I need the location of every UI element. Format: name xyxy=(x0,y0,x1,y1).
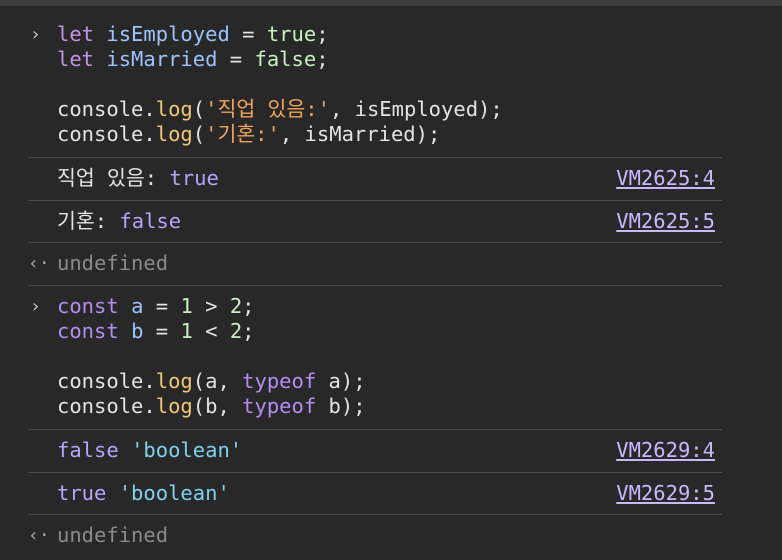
source-link[interactable]: VM2625:5 xyxy=(616,209,715,234)
log-token: false xyxy=(57,438,119,462)
code-token: 1 xyxy=(180,294,193,318)
source-link[interactable]: VM2625:4 xyxy=(616,166,715,191)
code-token: let xyxy=(57,22,95,46)
code-token: '직업 있음:' xyxy=(205,97,330,121)
code-token: , isEmployed); xyxy=(329,97,503,121)
source-link[interactable]: VM2629:4 xyxy=(616,438,715,463)
row-divider xyxy=(28,514,722,515)
code-token: , isMarried); xyxy=(279,122,441,146)
code-token: 2 xyxy=(229,319,243,343)
code-token: b xyxy=(131,319,144,343)
code-token: false xyxy=(254,47,317,71)
result-value: undefined xyxy=(57,523,169,547)
input-code-line[interactable]: console.log(b, typeof b); xyxy=(57,394,366,419)
code-token: console xyxy=(57,97,144,121)
row-divider xyxy=(28,471,722,473)
log-message: false 'boolean' xyxy=(57,438,242,463)
code-token: log xyxy=(155,97,193,121)
input-code-line[interactable]: console.log('기혼:', isMarried); xyxy=(57,122,440,147)
input-code-line[interactable]: let isEmployed = true; xyxy=(57,22,329,47)
input-code-line[interactable]: let isMarried = false; xyxy=(57,47,329,72)
code-token: 2 xyxy=(229,294,243,318)
input-prompt-icon: › xyxy=(30,296,41,317)
code-token: . xyxy=(143,122,156,146)
result-arrow-icon: ‹· xyxy=(28,525,50,546)
top-border xyxy=(0,0,782,6)
code-token: < xyxy=(192,319,230,343)
code-token: . xyxy=(143,97,156,121)
input-code-line[interactable]: console.log('직업 있음:', isEmployed); xyxy=(57,97,503,122)
source-link[interactable]: VM2629:5 xyxy=(616,481,715,506)
log-token xyxy=(106,481,118,505)
code-token: = xyxy=(143,294,181,318)
code-token: log xyxy=(155,369,193,393)
input-code-line[interactable] xyxy=(57,72,69,97)
row-divider xyxy=(28,242,722,243)
code-token: (b, xyxy=(192,394,243,418)
log-message: true 'boolean' xyxy=(57,481,230,506)
log-token: 기혼: xyxy=(57,208,120,233)
input-code-line[interactable]: console.log(a, typeof a); xyxy=(57,369,366,394)
row-divider xyxy=(28,157,722,158)
log-message: 기혼: false xyxy=(57,209,181,234)
code-token: log xyxy=(155,122,193,146)
code-token: . xyxy=(143,394,156,418)
result-value: undefined xyxy=(57,251,169,275)
code-token: ; xyxy=(316,47,329,71)
log-token: false xyxy=(119,208,182,233)
code-token: ; xyxy=(242,319,255,343)
log-message: 직업 있음: true xyxy=(57,166,219,191)
code-token: ; xyxy=(242,294,255,318)
code-token: console xyxy=(57,394,144,418)
log-token: true xyxy=(57,480,107,505)
code-token: const xyxy=(57,294,119,318)
code-token: typeof xyxy=(242,394,317,418)
code-token: (a, xyxy=(192,369,243,393)
code-token: = xyxy=(229,22,267,46)
code-token: let xyxy=(57,47,95,71)
code-token: a xyxy=(131,294,144,318)
code-token: isMarried xyxy=(106,47,218,71)
code-token: console xyxy=(57,122,144,146)
log-token: 'boolean' xyxy=(118,480,230,505)
code-token: isEmployed xyxy=(106,22,230,46)
code-token: . xyxy=(143,369,156,393)
log-token: true xyxy=(169,166,219,190)
log-token: 직업 있음: xyxy=(57,166,170,190)
input-prompt-icon: › xyxy=(30,24,41,45)
result-arrow-icon: ‹· xyxy=(28,253,50,274)
row-divider xyxy=(28,429,722,430)
code-token: = xyxy=(143,319,181,343)
input-code-line[interactable] xyxy=(57,344,69,369)
code-token: const xyxy=(57,319,119,343)
code-token: > xyxy=(192,294,230,318)
row-divider xyxy=(28,285,722,286)
input-code-line[interactable]: const a = 1 > 2; xyxy=(57,294,255,319)
code-token: 1 xyxy=(180,319,193,343)
code-token: = xyxy=(217,47,255,71)
log-token xyxy=(119,438,131,462)
code-token: b); xyxy=(316,394,366,418)
code-token: ; xyxy=(316,22,329,46)
row-divider xyxy=(28,199,722,201)
code-token: a); xyxy=(316,369,366,393)
code-token: '기혼:' xyxy=(205,122,280,146)
code-token: typeof xyxy=(242,369,317,393)
code-token: log xyxy=(155,394,193,418)
code-token: console xyxy=(57,369,144,393)
code-token: true xyxy=(266,22,317,46)
log-token: 'boolean' xyxy=(131,438,243,462)
code-token: ( xyxy=(192,122,206,146)
input-code-line[interactable]: const b = 1 < 2; xyxy=(57,319,255,344)
code-token: ( xyxy=(192,97,206,121)
